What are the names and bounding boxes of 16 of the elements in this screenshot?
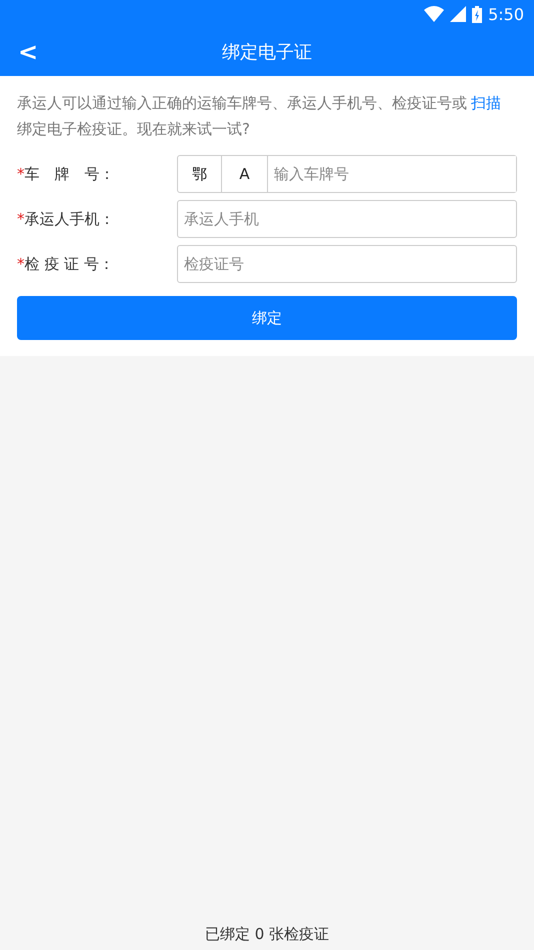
- input-field[interactable]: 承运人手机: [177, 200, 517, 238]
- intro-text: 承运人可以通过输入正确的运输车牌号、承运人手机号、检疫证号或 扫描 绑定电子检疫证。现在就来试一试?: [17, 93, 502, 140]
- bind-button[interactable]: 绑定: [17, 296, 517, 340]
- back-button[interactable]: <: [12, 38, 44, 66]
- field-label: *车 牌 号：: [17, 164, 116, 184]
- battery-icon: [472, 6, 482, 22]
- signal-icon: [450, 6, 466, 22]
- status-time: 5:50: [488, 4, 524, 24]
- scan-link[interactable]: 扫描: [471, 94, 501, 112]
- input-field[interactable]: 检疫证号: [177, 245, 517, 283]
- field-label: *检 疫 证 号：: [17, 254, 115, 274]
- page-title: 绑定电子证: [222, 41, 312, 64]
- bound-count: 已绑定 0 张检疫证: [204, 925, 330, 944]
- field-label: *承运人手机：: [17, 210, 116, 228]
- plate-field[interactable]: 鄂 A 输入车牌号: [177, 155, 517, 193]
- wifi-icon: [424, 6, 444, 22]
